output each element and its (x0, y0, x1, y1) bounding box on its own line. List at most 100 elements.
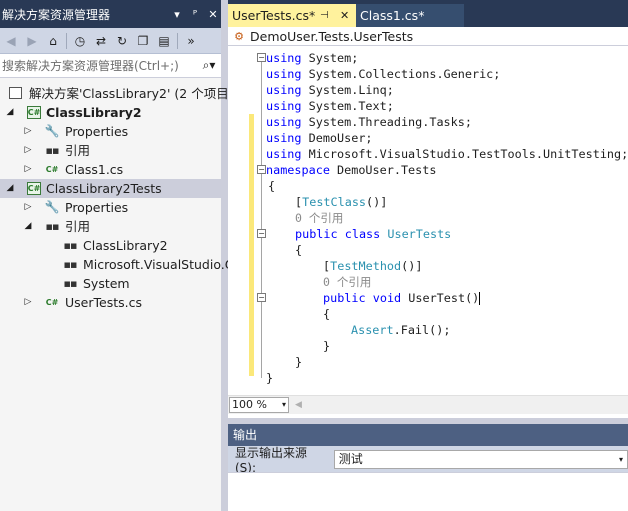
toolbar-overflow-icon[interactable]: » (183, 33, 199, 49)
sync-with-active-document-icon[interactable]: ⇄ (93, 33, 109, 49)
chevron-down-icon: ▾ (618, 454, 623, 464)
expanded-arrow-icon[interactable]: ◢ (5, 103, 15, 122)
tree-node-ref-classlibrary2[interactable]: ▪▪ ClassLibrary2 (0, 236, 221, 255)
code-line: namespace DemoUser.Tests (266, 163, 437, 177)
collapse-region-icon[interactable]: − (257, 229, 266, 238)
solution-explorer-toolbar: ◀ ▶ ⌂ ◷ ⇄ ↻ ❐ ▤ » (0, 28, 221, 54)
collapse-all-icon[interactable]: ❐ (135, 33, 151, 49)
pending-changes-filter-icon[interactable]: ◷ (72, 33, 88, 49)
code-line: using System.Threading.Tasks; (266, 115, 472, 129)
code-line: using Microsoft.VisualStudio.TestTools.U… (266, 147, 628, 161)
tree-node-class1-cs[interactable]: ▷ C# Class1.cs (0, 160, 221, 179)
properties-icon[interactable]: ▤ (156, 33, 172, 49)
code-line: } (323, 339, 331, 353)
reference-icon: ▪▪ (63, 276, 78, 290)
search-options-icon[interactable]: ⌕▾ (197, 58, 221, 73)
tree-node-label: 引用 (65, 219, 91, 234)
collapsed-arrow-icon[interactable]: ▷ (23, 141, 33, 160)
change-tracking-margin (249, 114, 254, 376)
tab-usertests-cs[interactable]: UserTests.cs* ⊣ ✕ (228, 4, 356, 27)
tree-node-label: 解决方案'ClassLibrary2' (2 个项目) (29, 86, 234, 101)
editor-status-strip: 100 % ▾ ◀ (228, 395, 628, 414)
tree-node-usertests-cs[interactable]: ▷ C# UserTests.cs (0, 293, 221, 312)
expanded-arrow-icon[interactable]: ◢ (23, 217, 33, 236)
collapsed-arrow-icon[interactable]: ▷ (23, 293, 33, 312)
chevron-down-icon: ▾ (281, 400, 286, 409)
pin-tab-icon[interactable]: ⊣ (320, 4, 329, 27)
code-line: Assert.Fail(); (351, 323, 451, 337)
tree-node-ref-unittestframework[interactable]: ▪▪ Microsoft.VisualStudio.QualityTools.U… (0, 255, 424, 274)
code-line: [TestMethod()] (323, 259, 423, 273)
tree-node-properties[interactable]: ▷ 🔧 Properties (0, 122, 221, 141)
back-icon[interactable]: ◀ (3, 33, 19, 49)
csharp-file-icon: C# (45, 164, 59, 174)
code-line: using System.Collections.Generic; (266, 67, 501, 81)
collapse-region-icon[interactable]: − (257, 53, 266, 62)
csharp-file-icon: C# (45, 297, 59, 307)
tree-node-project-classlibrary2[interactable]: ◢ C# ClassLibrary2 (0, 103, 221, 122)
output-text-area[interactable] (228, 472, 628, 511)
solution-explorer-titlebar: 解决方案资源管理器 ▾ ᴾ ✕ (0, 0, 221, 28)
code-line: { (295, 243, 303, 257)
tree-node-references[interactable]: ◢ ▪▪ 引用 (0, 217, 221, 236)
code-line: using DemoUser; (266, 131, 373, 145)
csharp-project-icon: C# (27, 106, 41, 119)
collapsed-arrow-icon[interactable]: ▷ (23, 198, 33, 217)
output-source-value: 测试 (338, 451, 363, 466)
codelens-references[interactable]: 0 个引用 (323, 274, 371, 290)
code-line: public void UserTest() (323, 291, 481, 305)
navigation-type-name: DemoUser.Tests.UserTests (250, 28, 414, 44)
code-line: using System.Text; (266, 99, 394, 113)
collapse-region-icon[interactable]: − (257, 293, 266, 302)
solution-icon (9, 87, 22, 99)
zoom-level-dropdown[interactable]: 100 % ▾ (229, 397, 289, 413)
tree-node-label: UserTests.cs (65, 295, 142, 310)
window-position-dropdown-icon[interactable]: ▾ (169, 8, 185, 21)
reference-icon: ▪▪ (63, 257, 78, 271)
close-tab-icon[interactable]: ✕ (340, 4, 349, 27)
zoom-value: 100 % (232, 398, 267, 411)
test-project-icon: C# (27, 182, 41, 195)
code-line: { (323, 307, 331, 321)
code-line: { (268, 179, 276, 193)
tree-node-references[interactable]: ▷ ▪▪ 引用 (0, 141, 221, 160)
tab-class1-cs[interactable]: Class1.cs* (356, 4, 464, 27)
tree-node-label: ClassLibrary2 (46, 105, 142, 120)
forward-icon[interactable]: ▶ (24, 33, 40, 49)
tab-label: UserTests.cs* (232, 8, 316, 23)
refresh-icon[interactable]: ↻ (114, 33, 130, 49)
tree-node-properties[interactable]: ▷ 🔧 Properties (0, 198, 221, 217)
scroll-left-icon[interactable]: ◀ (295, 400, 302, 410)
solution-explorer-panel: 解决方案资源管理器 ▾ ᴾ ✕ ◀ ▶ ⌂ ◷ ⇄ ↻ ❐ ▤ » 搜索解决方案… (0, 0, 424, 511)
search-placeholder: 搜索解决方案资源管理器(Ctrl+;) (2, 59, 179, 73)
close-panel-icon[interactable]: ✕ (205, 8, 221, 21)
wrench-icon: 🔧 (44, 123, 60, 138)
class-icon: ⚙ (234, 29, 244, 43)
code-line: using System; (266, 51, 359, 65)
code-text-area[interactable]: − − − − using System; using System.Colle… (228, 48, 628, 395)
output-toolbar: 显示输出来源(S): 测试 ▾ (228, 446, 628, 475)
auto-hide-pin-icon[interactable]: ᴾ (187, 8, 203, 21)
document-tab-strip: UserTests.cs* ⊣ ✕ Class1.cs* (228, 0, 628, 27)
collapse-region-icon[interactable]: − (257, 165, 266, 174)
tree-node-solution[interactable]: 解决方案'ClassLibrary2' (2 个项目) (0, 84, 234, 103)
tree-node-project-classlibrary2tests[interactable]: ◢ C# ClassLibrary2Tests (0, 179, 221, 198)
wrench-icon: 🔧 (44, 199, 60, 214)
text-caret (479, 292, 481, 305)
tree-node-label: 引用 (65, 143, 91, 158)
collapsed-arrow-icon[interactable]: ▷ (23, 122, 33, 141)
expanded-arrow-icon[interactable]: ◢ (5, 179, 15, 198)
tree-node-label: Class1.cs (65, 162, 124, 177)
tree-node-label: System (83, 276, 130, 291)
code-line: [TestClass()] (295, 195, 388, 209)
home-icon[interactable]: ⌂ (45, 33, 61, 49)
tree-node-ref-system[interactable]: ▪▪ System (0, 274, 221, 293)
collapsed-arrow-icon[interactable]: ▷ (23, 160, 33, 179)
solution-explorer-title: 解决方案资源管理器 (2, 7, 111, 22)
tab-label: Class1.cs* (360, 8, 425, 23)
output-source-select[interactable]: 测试 ▾ (333, 449, 628, 469)
type-navigation-dropdown[interactable]: ⚙ DemoUser.Tests.UserTests (228, 27, 628, 46)
code-editor-panel: UserTests.cs* ⊣ ✕ Class1.cs* ⚙ DemoUser.… (228, 0, 628, 418)
solution-explorer-search-input[interactable]: 搜索解决方案资源管理器(Ctrl+;) ⌕▾ (0, 54, 221, 78)
codelens-references[interactable]: 0 个引用 (295, 210, 343, 226)
